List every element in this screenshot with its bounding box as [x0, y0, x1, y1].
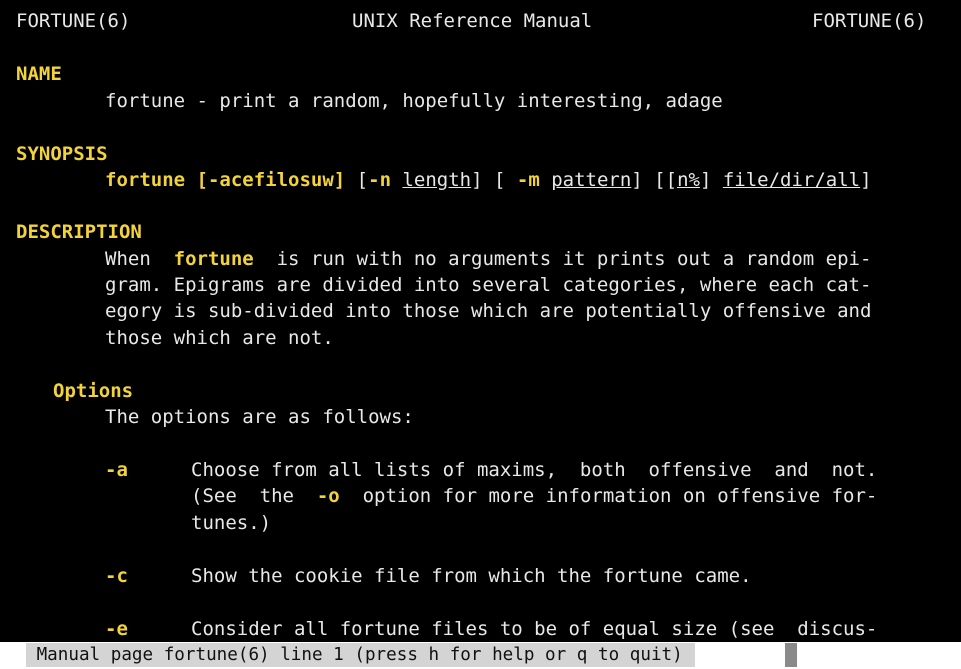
subsection-heading-options: Options — [53, 380, 134, 402]
description-line: When fortune is run with no arguments it… — [105, 246, 871, 272]
man-header-title: UNIX Reference Manual — [352, 10, 593, 32]
description-line: gram. Epigrams are divided into several … — [105, 274, 872, 296]
options-intro: The options are as follows: — [105, 406, 414, 428]
option-c-flag: -c — [105, 565, 128, 587]
terminal-cursor — [785, 643, 797, 667]
pager-status-bar: Manual page fortune(6) line 1 (press h f… — [26, 643, 695, 667]
synopsis-bracket: ] — [860, 169, 872, 191]
option-e-flag: -e — [105, 618, 128, 640]
synopsis-space — [540, 169, 551, 191]
man-header-left: FORTUNE(6) — [16, 10, 131, 32]
synopsis-flags: [-acefilosuw] — [185, 169, 346, 191]
option-o-reference: -o — [316, 485, 340, 507]
synopsis-file-arg: file/dir/all — [722, 169, 861, 191]
synopsis-bracket: ] — [699, 169, 723, 191]
option-a-text: option for more information on offensive… — [339, 485, 878, 507]
option-a-flag: -a — [105, 459, 128, 481]
synopsis-command: fortune — [105, 169, 186, 191]
synopsis-n-flag: -n — [368, 169, 392, 191]
option-a-description: Choose from all lists of maxims, both of… — [191, 459, 878, 481]
option-e-description: Consider all fortune files to be of equa… — [191, 618, 878, 640]
description-line: egory is sub-divided into those which ar… — [105, 300, 872, 322]
description-line: those which are not. — [105, 327, 334, 349]
description-command: fortune — [173, 248, 254, 270]
option-a-description: tunes.) — [191, 512, 272, 534]
section-heading-description: DESCRIPTION — [16, 221, 142, 243]
synopsis-length-arg: length — [402, 169, 472, 191]
description-text: is run with no arguments it prints out a… — [253, 248, 872, 270]
option-a-description: (See the -o option for more information … — [191, 483, 877, 509]
section-heading-name: NAME — [16, 63, 62, 85]
synopsis-bracket: ] [[ — [631, 169, 678, 191]
description-text: When — [105, 248, 174, 270]
section-heading-synopsis: SYNOPSIS — [16, 143, 108, 165]
synopsis-line: fortune [-acefilosuw] [-n length] [ -m p… — [105, 167, 872, 193]
synopsis-m-flag: -m — [516, 169, 540, 191]
synopsis-bracket: ] [ — [471, 169, 517, 191]
name-description: fortune - print a random, hopefully inte… — [105, 90, 723, 112]
option-c-description: Show the cookie file from which the fort… — [191, 565, 752, 587]
synopsis-pattern-arg: pattern — [551, 169, 632, 191]
synopsis-space — [391, 169, 402, 191]
man-header-right: FORTUNE(6) — [812, 10, 927, 32]
terminal-window[interactable]: FORTUNE(6) UNIX Reference Manual FORTUNE… — [0, 0, 961, 642]
synopsis-npct-arg: n% — [677, 169, 700, 191]
synopsis-bracket: [ — [345, 169, 369, 191]
option-a-text: (See the — [191, 485, 317, 507]
